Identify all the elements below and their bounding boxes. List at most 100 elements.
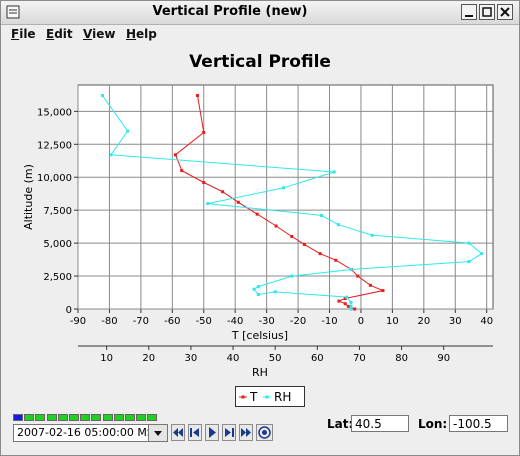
legend-rh-label: RH (274, 390, 291, 404)
data-point-t (202, 130, 206, 134)
t-tick-label: -30 (258, 316, 274, 327)
animation-step[interactable] (102, 414, 113, 421)
rh-tick-label: 90 (437, 353, 450, 364)
data-point-t (318, 252, 322, 256)
first-frame-button[interactable] (171, 424, 185, 441)
data-point-rh (273, 290, 277, 294)
animation-step[interactable] (69, 414, 79, 421)
data-point-rh (345, 295, 349, 299)
rh-tick-label: 60 (311, 353, 324, 364)
y-tick-label: 5,000 (43, 239, 72, 250)
data-point-rh (349, 267, 353, 271)
data-point-rh (320, 213, 324, 217)
animation-step[interactable] (136, 414, 147, 421)
animation-step[interactable] (113, 414, 124, 421)
chevron-down-icon (154, 431, 162, 436)
plot-area (77, 84, 494, 310)
t-tick-label: -10 (321, 316, 337, 327)
t-tick-label: -90 (70, 316, 86, 327)
data-point-t (202, 181, 206, 185)
data-point-rh (282, 186, 286, 190)
y-tick-label: 15,000 (37, 107, 72, 118)
maximize-button[interactable] (479, 4, 495, 20)
close-icon (500, 7, 510, 17)
menu-edit[interactable]: Edit (46, 27, 73, 41)
data-point-rh (100, 94, 104, 98)
t-tick-label: -60 (164, 316, 180, 327)
legend-swatches: T RH (239, 390, 291, 404)
close-button[interactable] (497, 4, 513, 20)
y-tick-label: 7,500 (43, 206, 72, 217)
chart-title: Vertical Profile (189, 52, 331, 72)
data-point-rh (336, 223, 340, 227)
data-point-t (173, 153, 177, 157)
animation-step[interactable] (13, 414, 23, 421)
data-point-t (346, 304, 350, 308)
menu-view[interactable]: View (83, 27, 115, 41)
data-point-t (195, 94, 199, 98)
t-tick-label: 20 (417, 316, 430, 327)
animation-step[interactable] (57, 414, 68, 421)
data-point-rh (109, 153, 113, 157)
data-point-rh (349, 304, 353, 308)
y-tick-label: 10,000 (37, 173, 72, 184)
play-icon (209, 427, 216, 438)
animation-step[interactable] (147, 414, 158, 421)
title-bar[interactable]: Vertical Profile (new) (1, 1, 519, 25)
vertical-profile-chart[interactable]: Vertical Profile -90 -80 -70 -60 -50 -40 -30 -20… (2, 45, 518, 385)
rh-tick-label: 40 (227, 353, 240, 364)
minimize-button[interactable] (461, 4, 477, 20)
lon-field[interactable]: -100.5 (449, 415, 508, 432)
maximize-icon (482, 7, 492, 17)
data-point-t (356, 274, 360, 278)
data-point-t (221, 190, 225, 194)
data-point-t (368, 283, 372, 287)
time-value: 2007-02-16 05:00:00 MST (17, 426, 161, 439)
y-tick-label: 0 (66, 305, 72, 316)
legend-t-label: T (249, 390, 258, 404)
rh-tick-label: 20 (142, 353, 155, 364)
menu-help[interactable]: Help (126, 27, 157, 41)
animation-step[interactable] (24, 414, 35, 421)
menu-file[interactable]: File (11, 27, 36, 41)
last-frame-button[interactable] (239, 424, 253, 441)
data-point-rh (467, 260, 471, 264)
animation-step-indicator[interactable] (13, 414, 163, 422)
data-point-rh (349, 300, 353, 304)
legend-t-marker (241, 395, 245, 399)
data-point-rh (256, 285, 260, 289)
data-point-t (274, 224, 278, 228)
data-point-rh (349, 307, 353, 311)
time-dropdown-button[interactable] (148, 425, 167, 441)
animation-step[interactable] (35, 414, 46, 421)
t-tick-label: -70 (133, 316, 149, 327)
data-point-t (337, 299, 341, 303)
t-tick-label: 10 (386, 316, 399, 327)
data-point-t (236, 200, 240, 204)
data-point-t (180, 169, 184, 173)
data-point-rh (126, 129, 130, 133)
window-title: Vertical Profile (new) (152, 4, 308, 19)
animation-step[interactable] (80, 414, 91, 421)
time-selector[interactable]: 2007-02-16 05:00:00 MST (13, 424, 168, 442)
animation-step[interactable] (46, 414, 57, 421)
rh-tick-label: 70 (353, 353, 366, 364)
step-back-button[interactable] (188, 424, 202, 441)
animation-step[interactable] (125, 414, 135, 421)
animation-step[interactable] (91, 414, 102, 421)
minimize-icon (465, 15, 473, 17)
lat-field[interactable]: 40.5 (351, 415, 409, 432)
play-button[interactable] (205, 424, 219, 441)
animation-settings-icon (258, 426, 271, 439)
t-tick-label: 0 (358, 316, 364, 327)
step-forward-button[interactable] (222, 424, 236, 441)
t-tick-label: -20 (290, 316, 306, 327)
data-point-t (353, 307, 357, 311)
first-frame-icon (173, 428, 183, 437)
rh-tick-label: 50 (269, 353, 282, 364)
data-point-rh (206, 202, 210, 206)
y-tick-label: 12,500 (37, 140, 72, 151)
t-tick-label: -50 (196, 316, 212, 327)
data-point-t (343, 302, 347, 306)
animation-settings-button[interactable] (256, 424, 273, 441)
